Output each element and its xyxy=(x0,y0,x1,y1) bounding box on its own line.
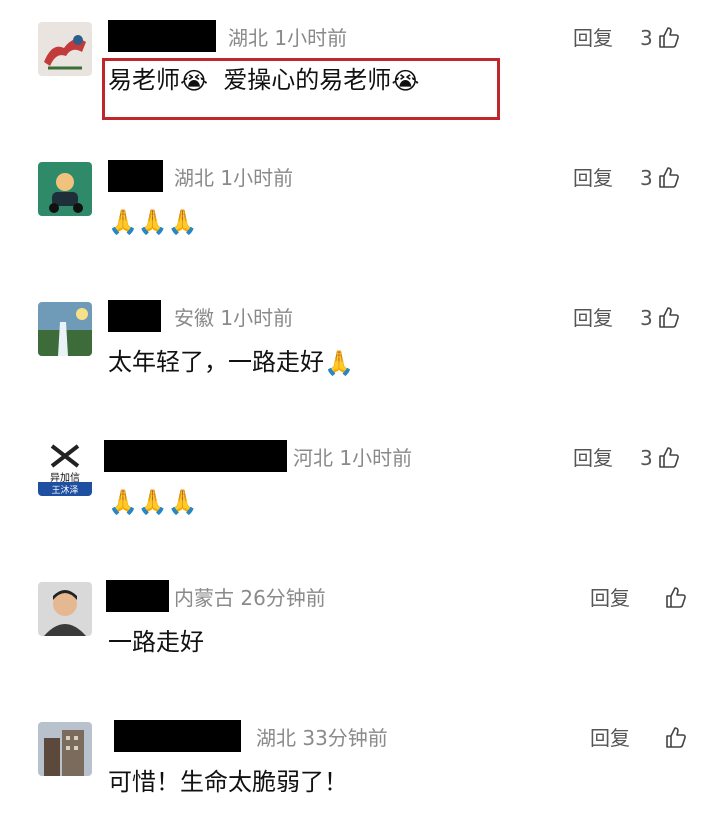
thumbs-up-icon xyxy=(658,447,679,468)
comment-text-part: 易老师 xyxy=(108,66,180,94)
like-button[interactable]: 3 xyxy=(640,22,681,54)
comment-item: 异加信 王沐泽 河北 1小时前 回复 3 🙏🙏🙏 xyxy=(0,420,720,560)
comment-text-body: 太年轻了，一路走好 xyxy=(108,348,324,376)
like-count: 3 xyxy=(640,446,653,470)
thumbs-up-icon xyxy=(658,27,679,48)
comment-meta: 湖北 33分钟前 xyxy=(256,726,388,750)
reply-button[interactable]: 回复 xyxy=(590,582,630,614)
thumbs-up-icon xyxy=(666,727,686,748)
username-redacted xyxy=(106,580,169,612)
avatar[interactable] xyxy=(38,582,92,636)
praying-hands-icon: 🙏 xyxy=(324,349,354,377)
thumbs-up-icon xyxy=(658,167,679,188)
username-redacted xyxy=(108,20,216,52)
avatar-label: 异加信 xyxy=(50,473,80,484)
username-redacted xyxy=(108,160,163,192)
like-count: 3 xyxy=(640,306,653,330)
comment-text: 🙏🙏🙏 xyxy=(108,208,198,236)
avatar[interactable] xyxy=(38,722,92,776)
like-button[interactable]: 3 xyxy=(640,442,681,474)
comment-text: 易老师😭 爱操心的易老师😭 xyxy=(108,60,419,101)
reply-button[interactable]: 回复 xyxy=(573,442,613,474)
comment-item: 湖北 33分钟前 回复 可惜！生命太脆弱了！ xyxy=(0,700,720,840)
like-button[interactable] xyxy=(660,582,688,614)
comment-meta: 湖北 1小时前 xyxy=(174,166,294,190)
comment-text: 太年轻了，一路走好🙏 xyxy=(108,342,354,383)
thumbs-up-icon xyxy=(666,587,686,608)
avatar[interactable] xyxy=(38,22,92,76)
comment-item: 安徽 1小时前 回复 3 太年轻了，一路走好🙏 xyxy=(0,280,720,420)
comment-item: 湖北 1小时前 回复 3 🙏🙏🙏 xyxy=(0,140,720,280)
thumbs-up-icon xyxy=(658,307,679,328)
reply-button[interactable]: 回复 xyxy=(573,162,613,194)
avatar[interactable] xyxy=(38,302,92,356)
reply-button[interactable]: 回复 xyxy=(573,22,613,54)
comment-text: 一路走好 xyxy=(108,628,204,656)
comment-meta: 湖北 1小时前 xyxy=(228,26,348,50)
crying-emoji-icon: 😭 xyxy=(391,67,420,95)
comment-meta: 安徽 1小时前 xyxy=(174,306,294,330)
comment-meta: 内蒙古 26分钟前 xyxy=(174,586,326,610)
comment-text-part: 爱操心的易老师 xyxy=(223,66,392,94)
avatar[interactable] xyxy=(38,162,92,216)
like-count: 3 xyxy=(640,166,653,190)
like-button[interactable]: 3 xyxy=(640,162,681,194)
like-count: 3 xyxy=(640,26,653,50)
username-redacted xyxy=(114,720,241,752)
comment-text: 🙏🙏🙏 xyxy=(108,488,198,516)
comment-item: 湖北 1小时前 回复 3 易老师😭 爱操心的易老师😭 xyxy=(0,0,720,140)
reply-button[interactable]: 回复 xyxy=(573,302,613,334)
comment-item: 内蒙古 26分钟前 回复 一路走好 xyxy=(0,560,720,700)
username-redacted xyxy=(104,440,287,472)
crying-emoji-icon: 😭 xyxy=(180,67,209,95)
avatar-sub-label: 王沐泽 xyxy=(51,486,79,496)
comment-meta: 河北 1小时前 xyxy=(293,446,413,470)
reply-button[interactable]: 回复 xyxy=(590,722,630,754)
username-redacted xyxy=(108,300,161,332)
comment-text: 可惜！生命太脆弱了！ xyxy=(108,768,348,796)
like-button[interactable]: 3 xyxy=(640,302,681,334)
like-button[interactable] xyxy=(660,722,688,754)
